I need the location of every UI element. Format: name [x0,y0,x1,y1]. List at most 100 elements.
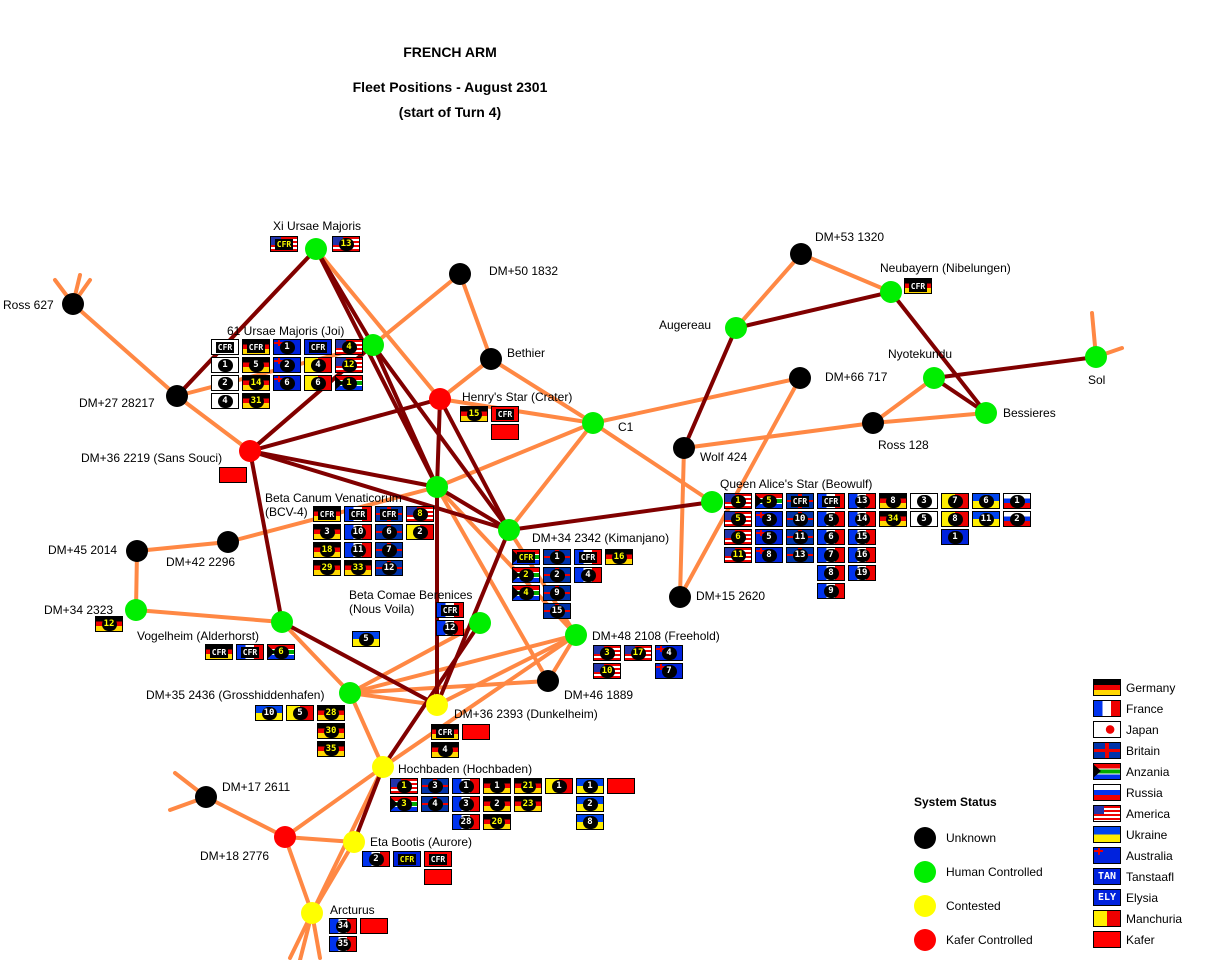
fleet-counter-france[interactable]: 1 [452,778,480,794]
fleet-counter-france[interactable]: 16 [848,547,876,563]
fleet-counter-britain[interactable]: 6 [375,524,403,540]
system-node-ross128[interactable] [862,412,884,434]
fleet-counter-france[interactable]: 2 [362,851,390,867]
fleet-counter-germany[interactable]: 12 [95,616,123,632]
fleet-counter-america[interactable]: 12 [335,357,363,373]
fleet-counter-germany[interactable]: 35 [317,741,345,757]
fleet-counter-ukraine[interactable]: 2 [576,796,604,812]
fleet-counter-japan[interactable]: 1 [211,357,239,373]
fleet-counter-kafer[interactable] [360,918,388,934]
system-node-freehold[interactable] [565,624,587,646]
fleet-counter-britain[interactable]: CFR [375,506,403,522]
fleet-counter-germany[interactable]: 5 [242,357,270,373]
system-node-sanssouci[interactable] [239,440,261,462]
fleet-counter-germany[interactable]: 28 [317,705,345,721]
fleet-counter-russia[interactable]: 1 [1003,493,1031,509]
fleet-counter-france[interactable]: 19 [848,565,876,581]
fleet-counter-france[interactable]: 6 [817,529,845,545]
fleet-counter-america[interactable]: 8 [406,506,434,522]
fleet-counter-germany[interactable]: 2 [483,796,511,812]
fleet-counter-germany[interactable]: 34 [879,511,907,527]
fleet-counter-ukraine[interactable]: 1 [576,778,604,794]
fleet-counter-germany[interactable]: CFR [205,644,233,660]
fleet-counter-australia[interactable]: 2 [273,357,301,373]
fleet-counter-anzania[interactable]: 4 [512,585,540,601]
fleet-counter-anzania[interactable]: 3 [390,796,418,812]
fleet-counter-america[interactable]: 1 [724,493,752,509]
fleet-counter-anzania[interactable]: 1 [335,375,363,391]
system-node-kimanjano[interactable] [498,519,520,541]
system-node-neubayern[interactable] [880,281,902,303]
system-node-hochbaden[interactable] [372,756,394,778]
fleet-counter-france[interactable]: CFR [344,506,372,522]
fleet-counter-britain[interactable]: 11 [786,529,814,545]
fleet-counter-germany[interactable]: 4 [431,742,459,758]
fleet-counter-france[interactable]: 3 [452,796,480,812]
system-node-dm18[interactable] [274,826,296,848]
fleet-counter-britain[interactable]: 13 [786,547,814,563]
fleet-counter-australia[interactable]: 3 [755,511,783,527]
fleet-counter-britain[interactable]: 10 [786,511,814,527]
fleet-counter-australia[interactable]: 6 [273,375,301,391]
fleet-counter-manchuria[interactable]: 6 [304,375,332,391]
fleet-counter-america[interactable]: 4 [335,339,363,355]
fleet-counter-kafer[interactable]: CFR [491,406,519,422]
fleet-counter-kafer[interactable] [219,467,247,483]
fleet-counter-tanstaafl[interactable]: CFR [393,851,421,867]
fleet-counter-elysia[interactable]: CFR [304,339,332,355]
system-node-sol[interactable] [1085,346,1107,368]
fleet-counter-france[interactable]: 12 [436,620,464,636]
fleet-counter-japan[interactable]: CFR [211,339,239,355]
system-node-dm34-2323[interactable] [125,599,147,621]
system-node-nyotekundu[interactable] [923,367,945,389]
fleet-counter-america[interactable]: 17 [624,645,652,661]
system-node-c1[interactable] [582,412,604,434]
system-node-dunkel[interactable] [426,694,448,716]
fleet-counter-france[interactable]: CFR [817,493,845,509]
fleet-counter-france[interactable]: 15 [848,529,876,545]
system-node-dm27[interactable] [166,385,188,407]
fleet-counter-japan[interactable]: 3 [910,493,938,509]
fleet-counter-america[interactable]: 11 [724,547,752,563]
fleet-counter-germany[interactable]: 20 [483,814,511,830]
system-node-henry[interactable] [429,388,451,410]
fleet-counter-germany[interactable]: 29 [313,560,341,576]
fleet-counter-germany[interactable]: CFR [431,724,459,740]
system-node-augereau[interactable] [725,317,747,339]
fleet-counter-france[interactable]: 28 [452,814,480,830]
fleet-counter-britain[interactable]: 4 [421,796,449,812]
fleet-counter-kafer[interactable] [424,869,452,885]
system-node-eta[interactable] [343,831,365,853]
fleet-counter-britain[interactable]: CFR [786,493,814,509]
system-node-dm50-1832[interactable] [449,263,471,285]
fleet-counter-elysia[interactable]: 1 [941,529,969,545]
fleet-counter-britain[interactable]: 1 [543,549,571,565]
fleet-counter-ukraine[interactable]: 10 [255,705,283,721]
fleet-counter-manchuria[interactable]: 7 [941,493,969,509]
fleet-counter-ukraine[interactable]: 11 [972,511,1000,527]
fleet-counter-france[interactable]: CFR [436,602,464,618]
fleet-counter-germany[interactable]: 30 [317,723,345,739]
fleet-counter-kafer[interactable]: CFR [424,851,452,867]
fleet-counter-britain[interactable]: 2 [543,567,571,583]
fleet-counter-germany[interactable]: 23 [514,796,542,812]
fleet-counter-america[interactable]: 10 [593,663,621,679]
fleet-counter-russia[interactable]: 2 [1003,511,1031,527]
fleet-counter-france[interactable]: 4 [574,567,602,583]
fleet-counter-germany[interactable]: CFR [242,339,270,355]
fleet-counter-germany[interactable]: 18 [313,542,341,558]
fleet-counter-germany[interactable]: CFR [313,506,341,522]
system-node-dm66[interactable] [789,367,811,389]
fleet-counter-america[interactable]: 1 [390,778,418,794]
fleet-counter-kafer[interactable] [607,778,635,794]
fleet-counter-france[interactable]: CFR [236,644,264,660]
fleet-counter-america[interactable]: 5 [724,511,752,527]
fleet-counter-anzania[interactable]: CFR [512,549,540,565]
fleet-counter-anzania[interactable]: 5 [755,493,783,509]
fleet-counter-america[interactable]: 6 [724,529,752,545]
system-node-dm53[interactable] [790,243,812,265]
fleet-counter-kafer[interactable] [462,724,490,740]
system-node-dm45[interactable] [126,540,148,562]
fleet-counter-manchuria[interactable]: 2 [406,524,434,540]
fleet-counter-germany[interactable]: CFR [904,278,932,294]
